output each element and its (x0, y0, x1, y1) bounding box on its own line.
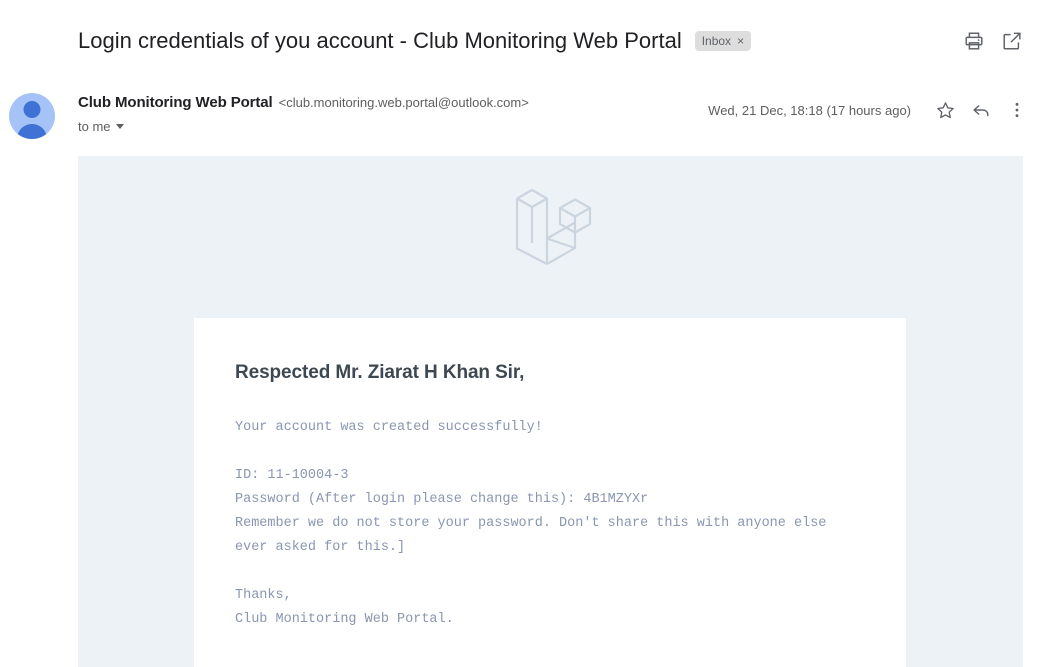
label-chip-text: Inbox (701, 34, 732, 48)
email-greeting: Respected Mr. Ziarat H Khan Sir, (235, 362, 525, 383)
message-timestamp: Wed, 21 Dec, 18:18 (17 hours ago) (708, 102, 911, 118)
laravel-logo (78, 178, 1023, 274)
avatar-head (23, 101, 41, 118)
reply-icon[interactable] (963, 92, 999, 128)
email-paragraph-credentials: ID: 11-10004-3 Password (After login ple… (235, 468, 827, 555)
email-body: Respected Mr. Ziarat H Khan Sir, Your ac… (78, 156, 1023, 667)
sender-email[interactable]: <club.monitoring.web.portal@outlook.com> (279, 95, 529, 110)
email-content-card: Respected Mr. Ziarat H Khan Sir, Your ac… (194, 318, 906, 667)
close-icon[interactable]: × (737, 35, 744, 47)
recipient-label: to me (78, 119, 111, 134)
email-paragraph-signature: Thanks, Club Monitoring Web Portal. (235, 588, 454, 627)
print-icon[interactable] (955, 22, 993, 60)
avatar (9, 93, 55, 139)
message-header: Club Monitoring Web Portal <club.monitor… (0, 82, 1045, 156)
open-in-new-window-icon[interactable] (993, 22, 1031, 60)
sender-name[interactable]: Club Monitoring Web Portal (78, 94, 273, 111)
email-paragraph-intro: Your account was created successfully! (235, 420, 543, 435)
subject-header: Login credentials of you account - Club … (0, 0, 1045, 82)
message-actions: Wed, 21 Dec, 18:18 (17 hours ago) (708, 92, 1035, 128)
star-icon[interactable] (927, 92, 963, 128)
page-title: Login credentials of you account - Club … (78, 28, 682, 53)
more-options-icon[interactable] (999, 92, 1035, 128)
chevron-down-icon[interactable] (115, 124, 124, 129)
status-badge: Inbox × (694, 31, 752, 51)
avatar-body (17, 124, 47, 139)
